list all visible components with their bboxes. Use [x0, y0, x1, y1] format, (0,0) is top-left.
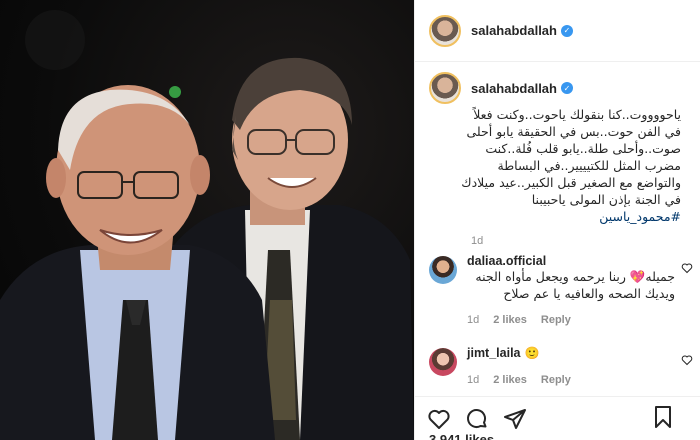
comment-item: jimt_laila 🙂 1d 2 likes Reply — [429, 346, 699, 386]
comment-meta: 1d 2 likes Reply — [467, 314, 699, 326]
profile-avatar[interactable] — [429, 14, 461, 47]
comment-like-heart-icon[interactable] — [681, 262, 693, 274]
caption-text: ياحووووت..كنا بنقولك ياحوت..وكنت فعلاً ف… — [429, 106, 687, 225]
reply-button[interactable]: Reply — [541, 314, 571, 326]
caption-body: ياحووووت..كنا بنقولك ياحوت..وكنت فعلاً ف… — [461, 107, 681, 207]
share-icon[interactable] — [503, 407, 527, 431]
comment-username[interactable]: jimt_laila — [467, 346, 521, 360]
verified-badge-icon: ✓ — [560, 24, 573, 37]
post-header: salahabdallah ✓ — [415, 0, 700, 62]
verified-badge-icon: ✓ — [560, 82, 573, 94]
likes-count[interactable]: 3,941 likes — [429, 432, 494, 440]
caption-hashtag[interactable]: #محمود_ياسين — [455, 208, 681, 225]
heart-icon[interactable] — [427, 407, 451, 431]
bookmark-icon[interactable] — [651, 405, 675, 429]
comment-meta: 1d 2 likes Reply — [467, 374, 699, 386]
comment-avatar[interactable] — [429, 348, 457, 376]
reply-button[interactable]: Reply — [541, 374, 571, 386]
caption-time: 1d — [471, 235, 484, 247]
header-username[interactable]: salahabdallah — [471, 23, 557, 38]
post-side-panel: salahabdallah ✓ salahabdallah ✓ ياحووووت… — [414, 0, 700, 440]
comment-likes[interactable]: 2 likes — [493, 374, 527, 386]
comment-time: 1d — [467, 314, 480, 326]
caption-avatar[interactable] — [429, 72, 461, 104]
comment-likes[interactable]: 2 likes — [493, 314, 527, 326]
post-photo[interactable] — [0, 0, 414, 440]
comment-like-heart-icon[interactable] — [681, 354, 693, 366]
comment-text: جميله💖 ربنا يرحمه ويجعل مأواه الجنه ويدي… — [475, 269, 675, 301]
post-photo-illustration — [0, 10, 414, 440]
caption: salahabdallah ✓ ياحووووت..كنا بنقولك ياح… — [415, 72, 700, 247]
comment-item: daliaa.official جميله💖 ربنا يرحمه ويجعل … — [429, 254, 699, 326]
caption-username[interactable]: salahabdallah — [471, 81, 557, 96]
comment-avatar[interactable] — [429, 256, 457, 284]
comment-username[interactable]: daliaa.official — [467, 254, 546, 268]
comment-time: 1d — [467, 374, 480, 386]
comment-text: 🙂 — [524, 346, 540, 360]
comment-icon[interactable] — [465, 407, 489, 431]
